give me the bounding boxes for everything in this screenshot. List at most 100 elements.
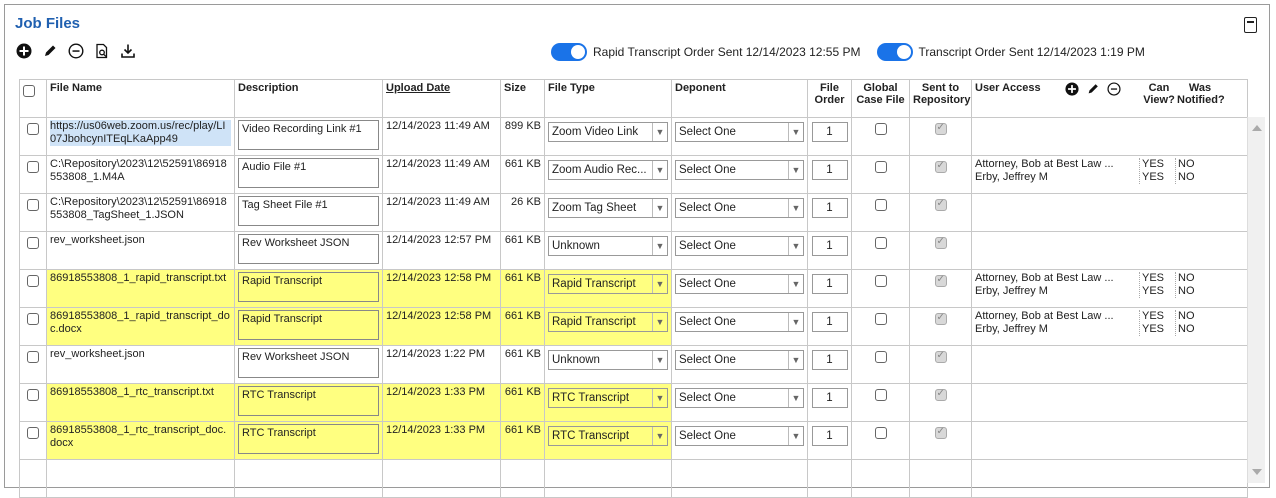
chevron-down-icon[interactable]: ▼ — [788, 313, 803, 331]
table-row[interactable]: C:\Repository\2023\12\52591\86918553808_… — [19, 155, 1248, 194]
deponent-select[interactable]: Select One ▼ — [675, 122, 804, 142]
header-file-order[interactable]: File Order — [807, 79, 852, 118]
description-input[interactable]: RTC Transcript — [238, 386, 379, 416]
table-scrollbar[interactable] — [1247, 117, 1265, 483]
file-type-select[interactable]: Unknown ▼ — [548, 350, 668, 370]
description-input[interactable]: Rev Worksheet JSON — [238, 348, 379, 378]
chevron-down-icon[interactable]: ▼ — [652, 351, 667, 369]
header-sent-to-repository[interactable]: Sent to Repository — [909, 79, 972, 118]
global-case-file-checkbox[interactable] — [874, 313, 887, 325]
chevron-down-icon[interactable]: ▼ — [652, 237, 667, 255]
header-file-name[interactable]: File Name — [46, 79, 235, 118]
file-order-input[interactable]: 1 — [811, 122, 848, 142]
chevron-down-icon[interactable]: ▼ — [788, 275, 803, 293]
global-case-file-checkbox[interactable] — [874, 275, 887, 287]
chevron-down-icon[interactable]: ▼ — [652, 123, 667, 141]
file-name-cell[interactable]: rev_worksheet.json — [46, 345, 235, 384]
global-case-file-checkbox[interactable] — [874, 123, 887, 135]
user-access-add-icon[interactable] — [1065, 82, 1079, 96]
file-order-input[interactable]: 1 — [811, 426, 848, 446]
add-icon[interactable] — [15, 42, 33, 60]
header-file-type[interactable]: File Type — [544, 79, 672, 118]
chevron-down-icon[interactable]: ▼ — [788, 237, 803, 255]
description-input[interactable]: Video Recording Link #1 — [238, 120, 379, 150]
table-row[interactable]: 86918553808_1_rtc_transcript.txt RTC Tran… — [19, 383, 1248, 422]
user-access-remove-icon[interactable] — [1107, 82, 1121, 96]
chevron-down-icon[interactable]: ▼ — [652, 389, 667, 407]
file-order-input[interactable]: 1 — [811, 388, 848, 408]
file-name-cell[interactable]: C:\Repository\2023\12\52591\86918553808_… — [46, 193, 235, 232]
file-name-cell[interactable]: 86918553808_1_rapid_transcript.txt — [46, 269, 235, 308]
user-access-name[interactable]: Erby, Jeffrey M — [975, 285, 1139, 298]
file-name-cell[interactable]: rev_worksheet.json — [46, 231, 235, 270]
global-case-file-checkbox[interactable] — [874, 199, 887, 211]
row-checkbox[interactable] — [27, 199, 39, 211]
chevron-down-icon[interactable]: ▼ — [788, 427, 803, 445]
file-type-select[interactable]: Zoom Video Link ▼ — [548, 122, 668, 142]
table-row[interactable]: 86918553808_1_rapid_transcript_doc.docx R… — [19, 307, 1248, 346]
chevron-down-icon[interactable]: ▼ — [788, 123, 803, 141]
edit-icon[interactable] — [41, 42, 59, 60]
file-name-cell[interactable]: https://us06web.zoom.us/rec/play/LI07Jbo… — [46, 117, 235, 156]
description-input[interactable]: RTC Transcript — [238, 424, 379, 454]
file-order-input[interactable]: 1 — [811, 274, 848, 294]
description-input[interactable]: Rev Worksheet JSON — [238, 234, 379, 264]
file-type-select[interactable]: Rapid Transcript ▼ — [548, 274, 668, 294]
user-access-name[interactable]: Attorney, Bob at Best Law ... — [975, 272, 1139, 285]
file-order-input[interactable]: 1 — [811, 350, 848, 370]
header-deponent[interactable]: Deponent — [671, 79, 808, 118]
row-checkbox[interactable] — [27, 389, 39, 401]
chevron-down-icon[interactable]: ▼ — [652, 161, 667, 179]
user-access-name[interactable]: Attorney, Bob at Best Law ... — [975, 158, 1139, 171]
file-order-input[interactable]: 1 — [811, 236, 848, 256]
preview-icon[interactable] — [93, 42, 111, 60]
description-input[interactable]: Tag Sheet File #1 — [238, 196, 379, 226]
file-name-cell[interactable]: 86918553808_1_rtc_transcript_doc.docx — [46, 421, 235, 460]
table-row[interactable]: 86918553808_1_rapid_transcript.txt Rapid … — [19, 269, 1248, 308]
file-type-select[interactable]: Zoom Tag Sheet ▼ — [548, 198, 668, 218]
chevron-down-icon[interactable]: ▼ — [788, 199, 803, 217]
user-access-edit-icon[interactable] — [1086, 82, 1100, 96]
description-input[interactable]: Audio File #1 — [238, 158, 379, 188]
file-type-select[interactable]: Rapid Transcript ▼ — [548, 312, 668, 332]
table-row[interactable]: C:\Repository\2023\12\52591\86918553808_… — [19, 193, 1248, 232]
file-order-input[interactable]: 1 — [811, 312, 848, 332]
chevron-down-icon[interactable]: ▼ — [652, 313, 667, 331]
global-case-file-checkbox[interactable] — [874, 161, 887, 173]
deponent-select[interactable]: Select One ▼ — [675, 388, 804, 408]
select-all-checkbox[interactable] — [23, 85, 35, 97]
user-access-name[interactable]: Erby, Jeffrey M — [975, 171, 1139, 184]
file-type-select[interactable]: RTC Transcript ▼ — [548, 426, 668, 446]
scroll-down-icon[interactable] — [1252, 469, 1262, 475]
header-upload-date[interactable]: Upload Date — [382, 79, 501, 118]
panel-options-icon[interactable] — [1244, 17, 1257, 33]
chevron-down-icon[interactable]: ▼ — [652, 199, 667, 217]
transcript-toggle[interactable] — [876, 43, 913, 61]
deponent-select[interactable]: Select One ▼ — [675, 350, 804, 370]
header-size[interactable]: Size — [500, 79, 545, 118]
download-icon[interactable] — [119, 42, 137, 60]
global-case-file-checkbox[interactable] — [874, 389, 887, 401]
chevron-down-icon[interactable]: ▼ — [788, 389, 803, 407]
file-order-input[interactable]: 1 — [811, 198, 848, 218]
table-row[interactable]: https://us06web.zoom.us/rec/play/LI07Jbo… — [19, 117, 1248, 156]
deponent-select[interactable]: Select One ▼ — [675, 160, 804, 180]
row-checkbox[interactable] — [27, 427, 39, 439]
file-order-input[interactable]: 1 — [811, 160, 848, 180]
file-name-cell[interactable]: 86918553808_1_rtc_transcript.txt — [46, 383, 235, 422]
user-access-name[interactable]: Erby, Jeffrey M — [975, 323, 1139, 336]
global-case-file-checkbox[interactable] — [874, 351, 887, 363]
row-checkbox[interactable] — [27, 161, 39, 173]
chevron-down-icon[interactable]: ▼ — [788, 161, 803, 179]
description-input[interactable]: Rapid Transcript — [238, 310, 379, 340]
deponent-select[interactable]: Select One ▼ — [675, 312, 804, 332]
file-name-cell[interactable]: 86918553808_1_rapid_transcript_doc.docx — [46, 307, 235, 346]
file-type-select[interactable]: Zoom Audio Rec... ▼ — [548, 160, 668, 180]
table-row[interactable]: 86918553808_1_rtc_transcript_doc.docx RTC… — [19, 421, 1248, 460]
chevron-down-icon[interactable]: ▼ — [788, 351, 803, 369]
deponent-select[interactable]: Select One ▼ — [675, 426, 804, 446]
file-name-cell[interactable]: C:\Repository\2023\12\52591\86918553808_… — [46, 155, 235, 194]
deponent-select[interactable]: Select One ▼ — [675, 236, 804, 256]
description-input[interactable]: Rapid Transcript — [238, 272, 379, 302]
chevron-down-icon[interactable]: ▼ — [652, 427, 667, 445]
